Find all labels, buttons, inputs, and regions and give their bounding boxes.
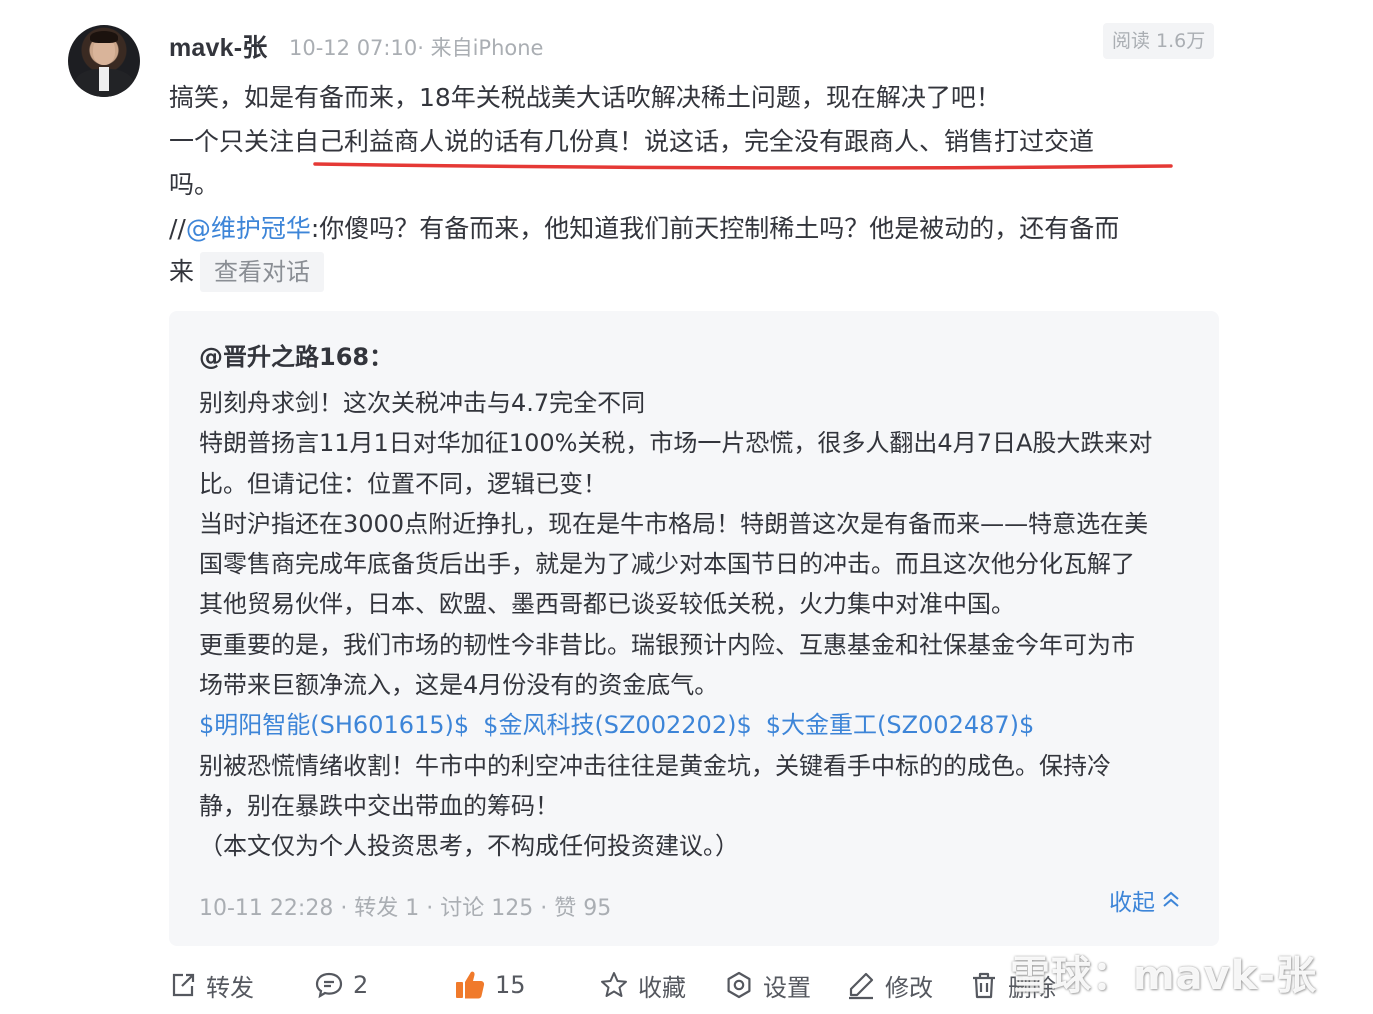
- gear-icon: [727, 971, 751, 999]
- repost-prefix: //: [169, 213, 186, 243]
- read-count-badge: 阅读 1.6万: [1103, 23, 1215, 59]
- stock-links: $明阳智能(SH601615)$ $金风科技(SZ002202)$ $大金重工(SZ…: [199, 705, 1189, 745]
- settings-button[interactable]: 设置: [724, 962, 811, 1008]
- quoted-author[interactable]: @晋升之路168：: [199, 337, 393, 372]
- view-conversation-button[interactable]: 查看对话: [200, 252, 325, 292]
- repost-button[interactable]: 转发: [169, 962, 254, 1008]
- comment-icon: [315, 972, 343, 999]
- quoted-line: 特朗普扬言11月1日对华加征100%关税，市场一片恐慌，很多人翻出4月7日A股大…: [199, 429, 1153, 458]
- favorite-label: 收藏: [638, 973, 686, 1002]
- quoted-line: 别刻舟求剑！这次关税冲击与4.7完全不同: [199, 389, 646, 417]
- comment-button[interactable]: 2: [314, 962, 368, 1008]
- quoted-body: 别刻舟求剑！这次关税冲击与4.7完全不同 特朗普扬言11月1日对华加征100%关…: [199, 383, 1189, 867]
- repost-label: 转发: [206, 973, 254, 1002]
- quoted-line: 其他贸易伙伴，日本、欧盟、墨西哥都已谈妥较低关税，火力集中对准中国。: [199, 590, 1015, 619]
- stock-link[interactable]: $明阳智能(SH601615)$: [199, 711, 469, 739]
- red-underline-annotation: [313, 162, 1173, 170]
- share-icon: [172, 973, 195, 997]
- thumbs-up-icon: [456, 971, 485, 999]
- repost-chain: //@维护冠华:你傻吗？有备而来，他知道我们前天控制稀土吗？他是被动的，还有备而: [169, 207, 1219, 251]
- edit-label: 修改: [885, 973, 933, 1002]
- star-icon: [601, 972, 627, 997]
- quoted-line: 国零售商完成年底备货后出手，就是为了减少对本国节日的冲击。而且这次他分化瓦解了: [199, 550, 1135, 579]
- like-button[interactable]: 15: [454, 962, 526, 1008]
- mention-link[interactable]: @维护冠华: [186, 214, 311, 243]
- post-content: 搞笑，如是有备而来，18年关税战美大话吹解决稀土问题，现在解决了吧！ 一个只关注…: [169, 76, 1219, 294]
- quoted-post-card[interactable]: @晋升之路168： 别刻舟求剑！这次关税冲击与4.7完全不同 特朗普扬言11月1…: [169, 311, 1219, 946]
- repost-text-2: 来: [169, 257, 195, 286]
- quoted-line: （本文仅为个人投资思考，不构成任何投资建议。）: [199, 832, 739, 861]
- chevron-up-icon: [1163, 891, 1179, 907]
- quoted-author-name[interactable]: @晋升之路168: [199, 343, 369, 371]
- comment-count: 2: [353, 971, 369, 999]
- watermark: 雪球：mavk-张: [1010, 953, 1317, 999]
- post-line: 一个只关注自己利益商人说的话有几份真！说这话，完全没有跟商人、销售打过交道: [169, 126, 1095, 156]
- repost-text: :你傻吗？有备而来，他知道我们前天控制稀土吗？他是被动的，还有备而: [310, 213, 1120, 243]
- quoted-author-colon: ：: [369, 343, 394, 371]
- like-count: 15: [495, 971, 526, 999]
- quoted-line: 比。但请记住：位置不同，逻辑已变！: [199, 469, 607, 498]
- quoted-line: 静，别在暴跌中交出带血的筹码！: [199, 791, 559, 820]
- trash-icon: [973, 972, 995, 999]
- collapse-label: 收起: [1109, 890, 1155, 916]
- avatar[interactable]: [68, 25, 140, 97]
- collapse-button[interactable]: 收起: [1109, 883, 1181, 917]
- username[interactable]: mavk-张: [169, 28, 267, 64]
- favorite-button[interactable]: 收藏: [599, 962, 686, 1008]
- quoted-line: 当时沪指还在3000点附近挣扎，现在是牛市格局！特朗普这次是有备而来——特意选在…: [199, 509, 1149, 538]
- stock-link[interactable]: $金风科技(SZ002202)$: [483, 711, 752, 739]
- quoted-line: 场带来巨额净流入，这是4月份没有的资金底气。: [199, 671, 719, 700]
- quoted-line: 更重要的是，我们市场的韧性今非昔比。瑞银预计内险、互惠基金和社保基金今年可为市: [199, 630, 1135, 659]
- quoted-line: 别被恐慌情绪收割！牛市中的利空冲击往往是黄金坑，关键看手中标的的成色。保持冷: [199, 751, 1111, 780]
- post-line: 搞笑，如是有备而来，18年关税战美大话吹解决稀土问题，现在解决了吧！: [169, 83, 1001, 112]
- edit-button[interactable]: 修改: [846, 962, 933, 1008]
- repost-chain-cont: 来查看对话: [169, 250, 1219, 294]
- stock-link[interactable]: $大金重工(SZ002487)$: [766, 711, 1035, 739]
- pencil-icon: [849, 972, 874, 1000]
- settings-label: 设置: [763, 973, 811, 1002]
- quoted-footer-stats: 10-11 22:28 · 转发 1 · 讨论 125 · 赞 95: [199, 896, 612, 921]
- post-meta: 10-12 07:10· 来自iPhone: [289, 36, 544, 60]
